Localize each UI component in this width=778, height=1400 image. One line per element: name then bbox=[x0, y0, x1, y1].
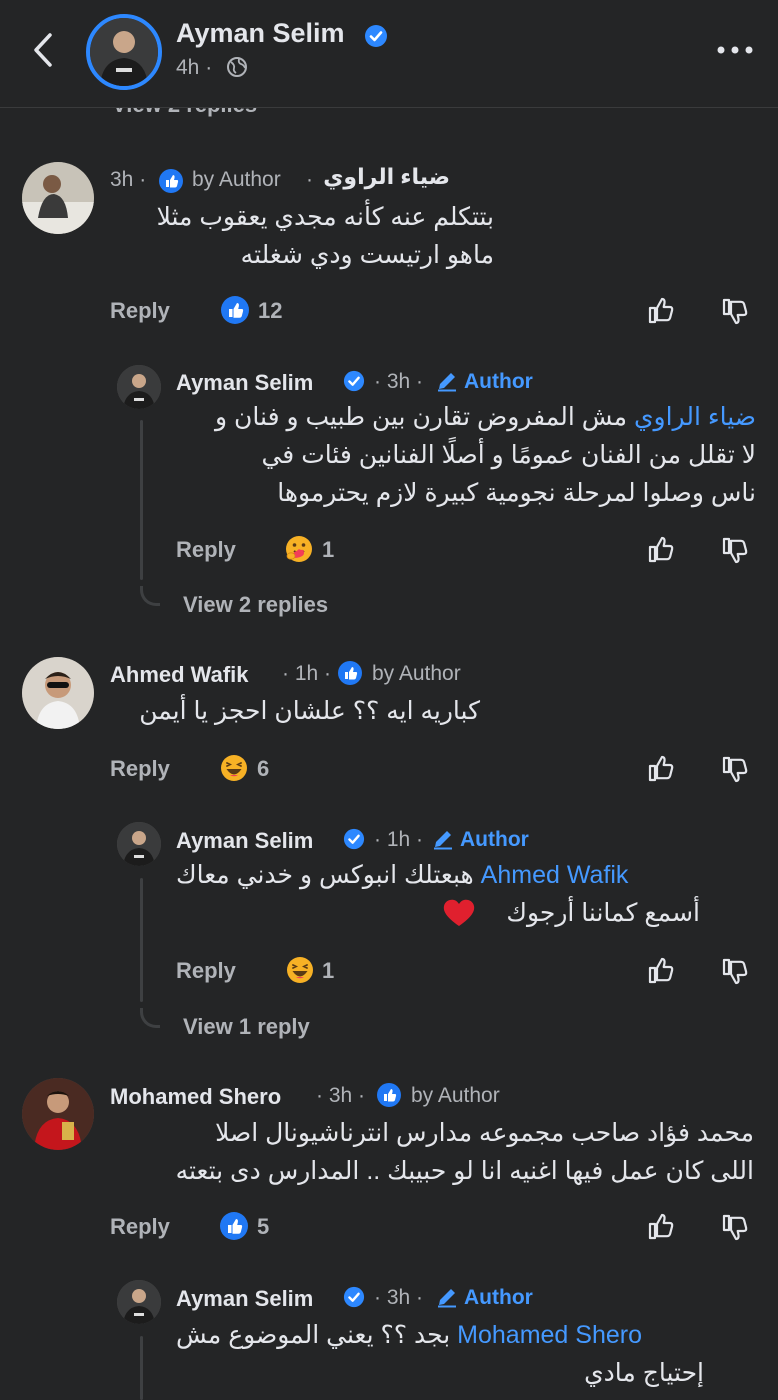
reply-button[interactable]: Reply bbox=[110, 1214, 170, 1240]
reply-button[interactable]: Reply bbox=[176, 958, 236, 984]
reply-author-name[interactable]: Ayman Selim bbox=[176, 828, 313, 854]
reaction-count: 12 bbox=[258, 298, 283, 323]
comment-text-line: إحتياج مادي bbox=[584, 1359, 704, 1387]
view-replies-link[interactable]: View 2 replies bbox=[183, 592, 328, 618]
comment-text-line: أسمع كماننا أرجوك bbox=[506, 899, 700, 927]
like-badge-icon bbox=[377, 1083, 401, 1107]
comment-text-line: اللى كان عمل فيها اغنيه انا لو حبيبك .. … bbox=[175, 1157, 754, 1185]
reaction-count: 1 bbox=[322, 958, 335, 983]
mention-link[interactable]: Ahmed Wafik bbox=[481, 861, 629, 889]
thumbs-up-icon[interactable] bbox=[646, 294, 678, 326]
haha-reaction-icon bbox=[287, 957, 313, 983]
thumbs-down-icon[interactable] bbox=[720, 296, 752, 328]
post-header: Ayman Selim 4h · bbox=[0, 0, 778, 108]
reply-button[interactable]: Reply bbox=[176, 537, 236, 563]
commenter-name[interactable]: ضياء الراوي bbox=[323, 164, 450, 190]
like-badge-icon bbox=[159, 169, 183, 193]
pencil-icon bbox=[438, 1289, 456, 1308]
verified-badge-icon bbox=[365, 25, 387, 47]
comment-text-line: محمد فؤاد صاحب مجموعه مدارس انترناشيونال… bbox=[215, 1119, 754, 1147]
thumbs-down-icon[interactable] bbox=[720, 535, 752, 567]
reply-author-name[interactable]: Ayman Selim bbox=[176, 1286, 313, 1312]
reaction-count: 6 bbox=[257, 756, 270, 781]
mention-link[interactable]: Mohamed Shero bbox=[457, 1321, 642, 1349]
like-reaction-icon bbox=[221, 296, 249, 324]
like-reaction-icon bbox=[220, 1212, 248, 1240]
thumbs-up-icon[interactable] bbox=[646, 752, 678, 784]
author-tag: Author bbox=[464, 370, 533, 393]
comment-text-line: بجد ؟؟ يعني الموضوع مش Mohamed Shero bbox=[176, 1321, 642, 1349]
author-avatar[interactable] bbox=[86, 14, 162, 90]
comment-text-line: ناس وصلوا لمرحلة نجومية كبيرة لازم يحترم… bbox=[277, 479, 756, 507]
by-author-label: by Author bbox=[372, 662, 461, 685]
thumbs-up-icon[interactable] bbox=[646, 1210, 678, 1242]
pencil-icon bbox=[434, 831, 452, 850]
thread-line-curve bbox=[140, 1008, 160, 1028]
pencil-icon bbox=[438, 373, 456, 392]
verified-badge-icon bbox=[343, 828, 365, 850]
comment-time: · 3h · bbox=[374, 370, 424, 393]
more-options-icon[interactable] bbox=[716, 40, 754, 60]
comment-text-line: ماهو ارتيست ودي شغلته bbox=[240, 241, 494, 269]
comment-time: · 3h · bbox=[374, 1286, 424, 1309]
author-reply-avatar[interactable] bbox=[117, 822, 161, 866]
comment-text-line: كباريه ايه ؟؟ علشان احجز يا أيمن bbox=[139, 697, 480, 725]
verified-badge-icon bbox=[343, 1286, 365, 1308]
commenter-avatar[interactable] bbox=[22, 657, 94, 729]
comment-text-line: لا تقلل من الفنان عمومًا و أصلًا الفناني… bbox=[261, 441, 756, 469]
reply-button[interactable]: Reply bbox=[110, 756, 170, 782]
verified-badge-icon bbox=[343, 370, 365, 392]
like-badge-icon bbox=[338, 661, 362, 685]
thread-line bbox=[140, 420, 143, 580]
commenter-name[interactable]: Mohamed Shero bbox=[110, 1084, 281, 1110]
comment-time: · 3h · bbox=[316, 1084, 366, 1107]
thumbs-down-icon[interactable] bbox=[720, 956, 752, 988]
author-reply-avatar[interactable] bbox=[117, 365, 161, 409]
by-author-label: by Author bbox=[411, 1084, 500, 1107]
by-author-label: by Author bbox=[192, 168, 281, 191]
thumbs-down-icon[interactable] bbox=[720, 1212, 752, 1244]
thumbs-up-icon[interactable] bbox=[646, 533, 678, 565]
comment-text-line: هبعتلك انبوكس و خدني معاك Ahmed Wafik bbox=[176, 861, 629, 889]
post-time: 4h · bbox=[176, 56, 213, 79]
comment-time: 3h · bbox=[110, 168, 147, 191]
thread-line bbox=[140, 878, 143, 1002]
reply-button[interactable]: Reply bbox=[110, 298, 170, 324]
commenter-avatar[interactable] bbox=[22, 162, 94, 234]
author-name[interactable]: Ayman Selim bbox=[176, 18, 345, 49]
comment-time: · 1h · bbox=[374, 828, 424, 851]
back-arrow-icon[interactable] bbox=[28, 30, 58, 70]
thumbs-down-icon[interactable] bbox=[720, 754, 752, 786]
reaction-count: 1 bbox=[322, 537, 335, 562]
view-replies-link[interactable]: View 1 reply bbox=[183, 1014, 310, 1040]
thread-line bbox=[140, 1336, 143, 1400]
author-tag: Author bbox=[464, 1286, 533, 1309]
author-tag: Author bbox=[460, 828, 529, 851]
haha-reaction-icon bbox=[221, 755, 247, 781]
reaction-count: 5 bbox=[257, 1214, 270, 1239]
red-heart-icon bbox=[443, 899, 475, 926]
thumbs-up-icon[interactable] bbox=[646, 954, 678, 986]
thread-line-curve bbox=[140, 586, 160, 606]
globe-icon bbox=[227, 57, 247, 77]
hug-reaction-icon bbox=[286, 536, 312, 562]
mention-link[interactable]: ضياء الراوي bbox=[634, 403, 756, 431]
commenter-avatar[interactable] bbox=[22, 1078, 94, 1150]
comment-time: · 1h · bbox=[282, 662, 332, 685]
comment-text-line: ضياء الراوي مش المفروض تقارن بين طبيب و … bbox=[215, 403, 756, 431]
comment-text-line: بتتكلم عنه كأنه مجدي يعقوب مثلا bbox=[156, 203, 494, 231]
author-reply-avatar[interactable] bbox=[117, 1280, 161, 1324]
commenter-name[interactable]: Ahmed Wafik bbox=[110, 662, 249, 688]
reply-author-name[interactable]: Ayman Selim bbox=[176, 370, 313, 396]
